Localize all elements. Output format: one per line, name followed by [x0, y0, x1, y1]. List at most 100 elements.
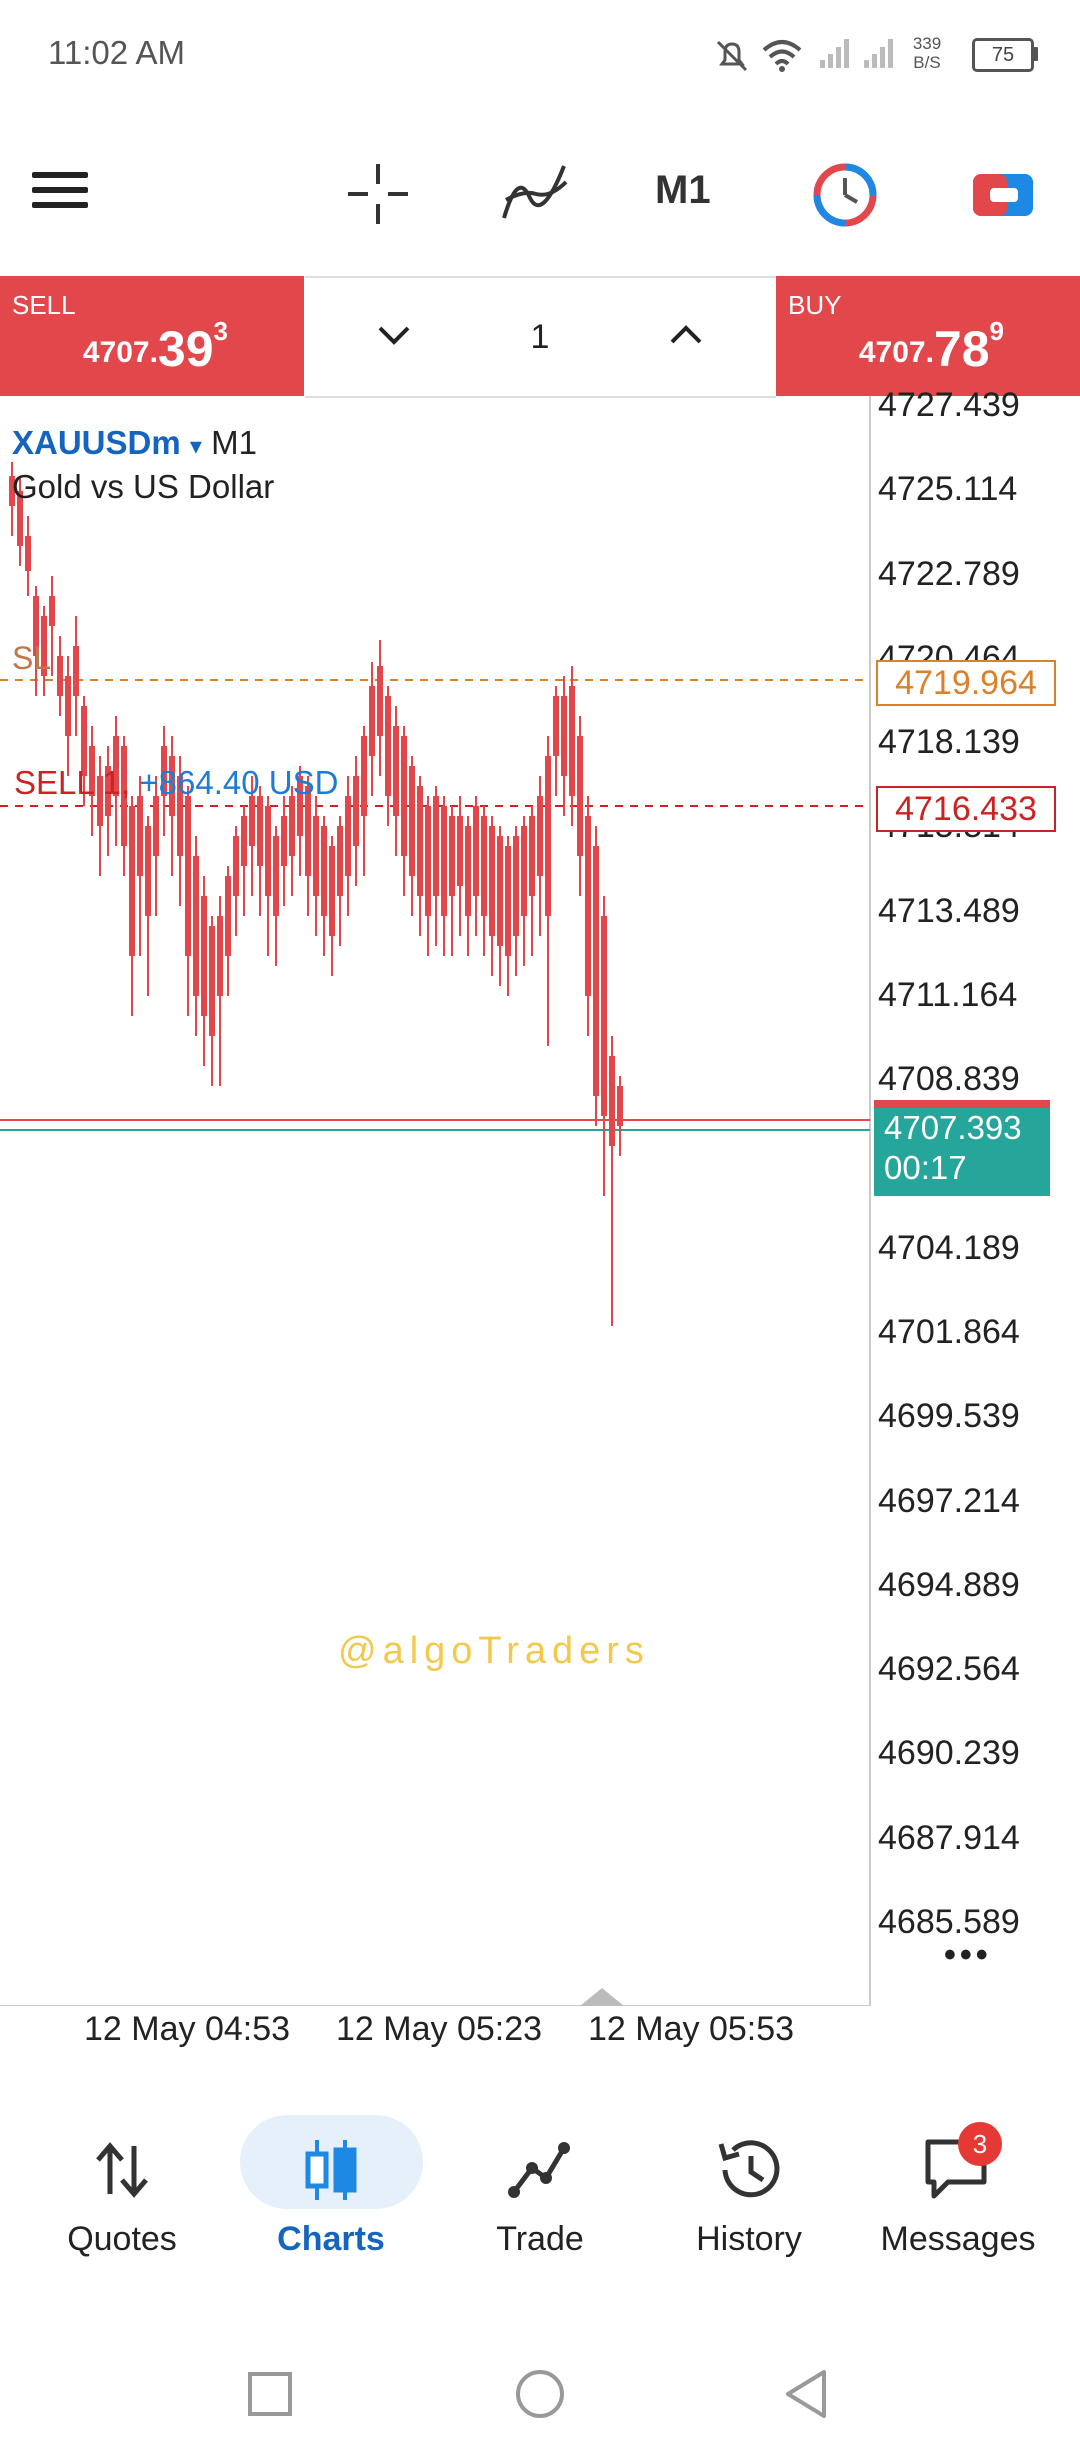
- candle-body: [201, 896, 207, 1016]
- price-tick: 4701.864: [878, 1313, 1020, 1352]
- candle-body: [513, 836, 519, 936]
- candle-body: [425, 806, 431, 916]
- price-tick: 4692.564: [878, 1650, 1020, 1689]
- crosshair-icon[interactable]: [344, 160, 412, 228]
- candle-body: [129, 806, 135, 956]
- candle-body: [25, 536, 31, 571]
- price-tick: 4727.439: [878, 386, 1020, 424]
- candle-body: [289, 796, 295, 856]
- battery-icon: 75: [972, 38, 1034, 72]
- scroll-arrow-icon: [580, 1988, 624, 2006]
- candle-body: [193, 856, 199, 996]
- candle-body: [449, 816, 455, 896]
- candle-body: [185, 796, 191, 956]
- price-tick: 4711.164: [878, 975, 1018, 1014]
- status-time: 11:02 AM: [48, 34, 185, 71]
- sl-price-tag: 4719.964: [876, 660, 1056, 706]
- tab-messages[interactable]: Messages: [853, 2110, 1063, 2280]
- clock-icon[interactable]: [812, 162, 878, 228]
- time-tick: 12 May 05:23: [336, 2010, 543, 2048]
- candle-body: [273, 836, 279, 916]
- candle-body: [521, 826, 527, 916]
- trade-toggle-icon[interactable]: [970, 168, 1036, 222]
- candle-body: [49, 596, 55, 626]
- candle-body: [417, 786, 423, 896]
- history-icon: [718, 2140, 780, 2198]
- candle-body: [377, 666, 383, 736]
- candle-body: [73, 646, 79, 696]
- candles-icon: [305, 2140, 357, 2200]
- price-tick: 4725.114: [878, 470, 1018, 509]
- candle-body: [473, 806, 479, 896]
- candle-body: [553, 696, 559, 756]
- chevron-up-icon[interactable]: [668, 322, 704, 348]
- entry-price-tag: 4716.433: [876, 786, 1056, 832]
- candle-body: [385, 696, 391, 796]
- tab-label: History: [696, 2220, 802, 2258]
- candle-body: [145, 826, 151, 916]
- candle-body: [481, 816, 487, 916]
- tab-label: Charts: [277, 2220, 385, 2258]
- price-tick: 4718.139: [878, 723, 1020, 762]
- tab-label: Quotes: [67, 2220, 177, 2258]
- candle-body: [569, 686, 575, 796]
- candle-body: [497, 836, 503, 946]
- lot-value[interactable]: 1: [510, 318, 570, 357]
- position-label[interactable]: SELL 1, +864.40 USD: [14, 764, 338, 802]
- buy-label: BUY: [788, 290, 842, 320]
- candle-body: [561, 696, 567, 776]
- candle-body: [577, 736, 583, 856]
- price-tick: 4697.214: [878, 1481, 1020, 1520]
- tab-charts[interactable]: Charts: [226, 2110, 436, 2280]
- candle-body: [537, 796, 543, 876]
- candles-group: [9, 462, 623, 1326]
- tab-quotes[interactable]: Quotes: [17, 2110, 227, 2280]
- sell-price: 4707.393: [82, 316, 228, 377]
- price-tick: 4708.839: [878, 1060, 1020, 1099]
- more-options-icon[interactable]: •••: [944, 1936, 992, 1975]
- battery-tip: [1033, 47, 1038, 61]
- sell-label: SELL: [12, 290, 76, 320]
- buy-button[interactable]: BUY 4707.789: [776, 276, 1080, 396]
- candle-body: [65, 676, 71, 736]
- price-tick: 4704.189: [878, 1228, 1020, 1267]
- indicator-icon[interactable]: [500, 160, 570, 226]
- recents-icon[interactable]: [246, 2370, 294, 2418]
- candle-body: [353, 776, 359, 846]
- tab-trade[interactable]: Trade: [435, 2110, 645, 2280]
- candle-body: [209, 926, 215, 1036]
- candle-body: [313, 816, 319, 896]
- timeframe-button[interactable]: M1: [655, 168, 711, 213]
- candle-body: [345, 796, 351, 876]
- price-tick: 4687.914: [878, 1818, 1020, 1857]
- back-icon[interactable]: [782, 2368, 830, 2420]
- candle-body: [529, 816, 535, 896]
- sell-button[interactable]: SELL 4707.393: [0, 276, 304, 396]
- signal-icon: [820, 39, 849, 68]
- candle-body: [393, 726, 399, 816]
- candle-body: [241, 816, 247, 866]
- candle-body: [409, 766, 415, 876]
- candle-body: [369, 686, 375, 756]
- candle-body: [505, 846, 511, 956]
- sl-label: SL: [12, 640, 52, 676]
- buy-price: 4707.789: [858, 316, 1004, 377]
- position-profit: +864.40 USD: [139, 764, 339, 801]
- messages-badge: 3: [958, 2122, 1002, 2166]
- price-tick: 4690.239: [878, 1734, 1020, 1773]
- candle-body: [593, 846, 599, 1096]
- chevron-down-icon[interactable]: [376, 322, 412, 348]
- tab-label: Messages: [880, 2220, 1036, 2258]
- symbol-selector[interactable]: XAUUSDm ▾ M1: [12, 424, 257, 462]
- time-tick: 12 May 04:53: [84, 2010, 291, 2048]
- price-tick: 4722.789: [878, 554, 1020, 593]
- candle-body: [401, 736, 407, 856]
- home-icon[interactable]: [514, 2368, 566, 2420]
- candle-body: [609, 1056, 615, 1146]
- symbol-timeframe: M1: [211, 424, 257, 461]
- candle-body: [137, 796, 143, 876]
- menu-icon[interactable]: [28, 168, 92, 218]
- tab-history[interactable]: History: [644, 2110, 854, 2280]
- symbol-name: XAUUSDm: [12, 424, 181, 461]
- candle-body: [361, 736, 367, 816]
